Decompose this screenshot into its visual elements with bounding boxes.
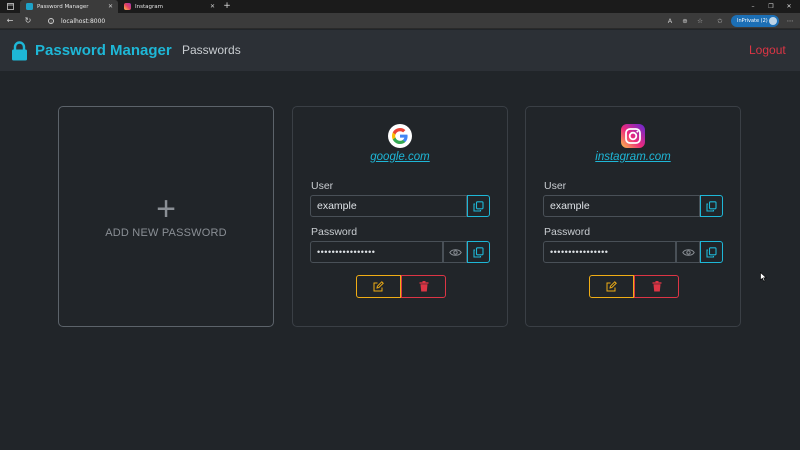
tab-close-icon[interactable]: ✕ (108, 0, 113, 13)
add-password-card[interactable]: + ADD NEW PASSWORD (58, 106, 274, 327)
browser-tab-strip: Password Manager ✕ Instagram ✕ + – ❐ ✕ (0, 0, 800, 13)
browser-tab-password-manager[interactable]: Password Manager ✕ (20, 0, 118, 13)
eye-icon (681, 248, 695, 256)
plus-icon: + (156, 189, 176, 228)
app-navbar: Password Manager Passwords Logout (0, 30, 800, 71)
brand[interactable]: Password Manager (11, 30, 172, 71)
favorites-icon[interactable]: ✩ (714, 13, 726, 29)
edit-button[interactable] (589, 275, 634, 298)
address-bar[interactable]: i localhost:8000 (48, 15, 648, 27)
delete-button[interactable] (401, 275, 446, 298)
tab-title: Password Manager (37, 3, 89, 10)
mouse-cursor-icon (760, 272, 767, 282)
password-label: Password (311, 226, 358, 238)
show-password-button[interactable] (443, 241, 467, 263)
tab-actions-icon[interactable] (2, 0, 18, 13)
tab-close-icon[interactable]: ✕ (210, 0, 215, 13)
site-link[interactable]: instagram.com (526, 151, 740, 163)
edit-icon (606, 281, 617, 292)
password-label: Password (544, 226, 591, 238)
nav-link-passwords[interactable]: Passwords (182, 30, 241, 71)
add-password-label: ADD NEW PASSWORD (105, 226, 227, 239)
copy-password-button[interactable] (700, 241, 723, 263)
google-logo (388, 124, 412, 148)
new-tab-button[interactable]: + (222, 0, 232, 13)
copy-user-button[interactable] (700, 195, 723, 217)
logout-link[interactable]: Logout (749, 30, 786, 71)
show-password-button[interactable] (676, 241, 700, 263)
inprivate-label: InPrivate (2) (737, 18, 768, 24)
site-link[interactable]: google.com (293, 151, 507, 163)
user-label: User (544, 180, 567, 192)
maximize-button[interactable]: ❐ (762, 0, 780, 13)
more-icon[interactable]: ⋯ (784, 13, 796, 29)
browser-tab-instagram[interactable]: Instagram ✕ (118, 0, 220, 13)
edit-button[interactable] (356, 275, 401, 298)
brand-title: Password Manager (35, 42, 172, 59)
site-info-icon[interactable]: i (48, 18, 54, 24)
lock-icon (12, 40, 27, 60)
close-window-button[interactable]: ✕ (780, 0, 798, 13)
instagram-icon (124, 3, 131, 10)
edit-icon (373, 281, 384, 292)
delete-button[interactable] (634, 275, 679, 298)
lock-icon (26, 3, 33, 10)
password-field[interactable]: •••••••••••••••• (310, 241, 443, 263)
user-field[interactable]: example (310, 195, 467, 217)
eye-icon (448, 248, 462, 256)
copy-icon (473, 200, 484, 212)
copy-icon (706, 200, 717, 212)
instagram-logo (621, 124, 645, 148)
profile-avatar (769, 17, 777, 25)
copy-user-button[interactable] (467, 195, 490, 217)
user-label: User (311, 180, 334, 192)
zoom-icon[interactable]: ⊕ (679, 13, 691, 29)
favorite-add-icon[interactable]: ☆ (694, 13, 706, 29)
minimize-button[interactable]: – (744, 0, 762, 13)
read-aloud-icon[interactable]: A (664, 13, 676, 29)
password-card-instagram: instagram.com User example Password ••••… (525, 106, 741, 327)
copy-icon (473, 246, 484, 258)
copy-password-button[interactable] (467, 241, 490, 263)
copy-icon (706, 246, 717, 258)
password-field[interactable]: •••••••••••••••• (543, 241, 676, 263)
password-card-google: google.com User example Password •••••••… (292, 106, 508, 327)
refresh-icon[interactable]: ↻ (22, 13, 34, 29)
trash-icon (652, 281, 661, 292)
browser-toolbar: ← ↻ i localhost:8000 A ⊕ ☆ ✩ InPrivate (… (0, 13, 800, 29)
back-icon[interactable]: ← (4, 13, 16, 29)
inprivate-badge[interactable]: InPrivate (2) (731, 15, 779, 27)
tab-title: Instagram (135, 3, 163, 10)
url-text: localhost:8000 (61, 17, 106, 25)
trash-icon (419, 281, 428, 292)
user-field[interactable]: example (543, 195, 700, 217)
